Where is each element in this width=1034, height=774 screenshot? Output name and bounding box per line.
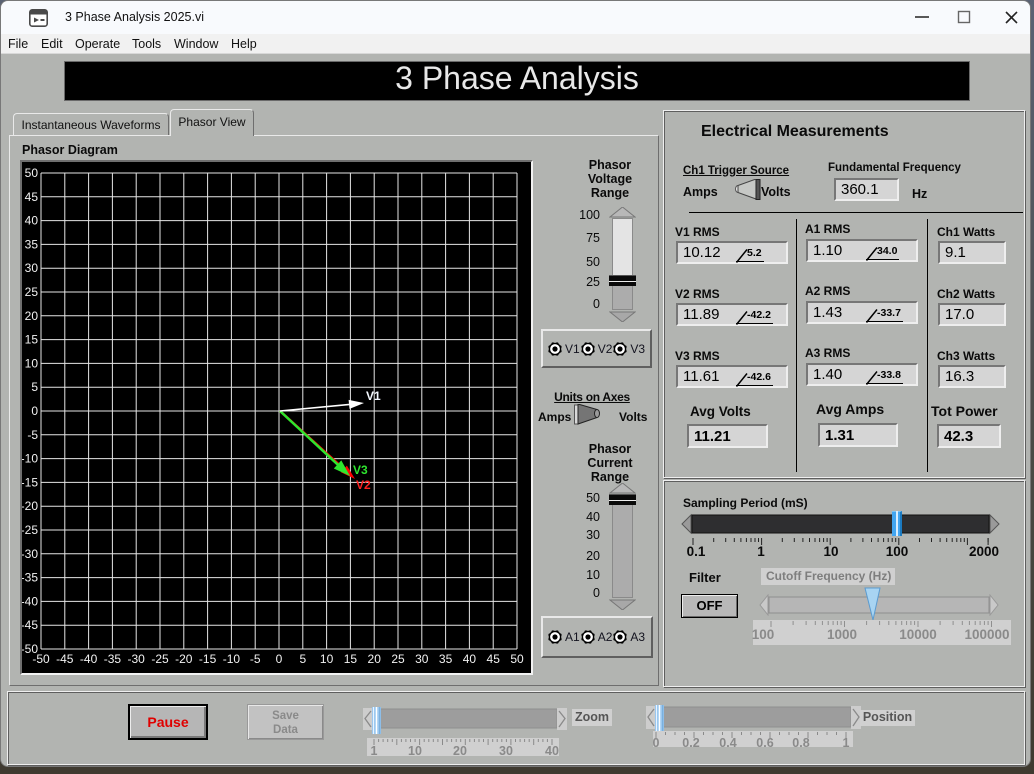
svg-text:45: 45 bbox=[487, 652, 501, 666]
svg-text:30: 30 bbox=[415, 652, 429, 666]
svg-text:35: 35 bbox=[439, 652, 453, 666]
svg-text:50: 50 bbox=[510, 652, 524, 666]
svg-text:35: 35 bbox=[25, 237, 39, 251]
svg-text:-15: -15 bbox=[22, 475, 38, 489]
svg-text:0: 0 bbox=[31, 404, 38, 418]
svg-text:20: 20 bbox=[368, 652, 382, 666]
svg-text:25: 25 bbox=[25, 285, 39, 299]
svg-text:5: 5 bbox=[299, 652, 306, 666]
svg-text:-30: -30 bbox=[22, 547, 38, 561]
svg-text:50: 50 bbox=[25, 166, 39, 180]
svg-text:-15: -15 bbox=[199, 652, 217, 666]
svg-text:-45: -45 bbox=[56, 652, 74, 666]
svg-text:V3: V3 bbox=[353, 463, 368, 477]
svg-text:-20: -20 bbox=[22, 499, 38, 513]
svg-text:-10: -10 bbox=[223, 652, 241, 666]
svg-text:-20: -20 bbox=[175, 652, 193, 666]
svg-text:10: 10 bbox=[25, 356, 39, 370]
svg-text:45: 45 bbox=[25, 190, 39, 204]
svg-text:-45: -45 bbox=[22, 618, 38, 632]
svg-text:30: 30 bbox=[25, 261, 39, 275]
svg-text:-25: -25 bbox=[151, 652, 169, 666]
svg-text:-5: -5 bbox=[250, 652, 261, 666]
svg-text:10: 10 bbox=[320, 652, 334, 666]
svg-text:25: 25 bbox=[391, 652, 405, 666]
svg-text:40: 40 bbox=[463, 652, 477, 666]
svg-text:15: 15 bbox=[25, 333, 39, 347]
svg-text:-50: -50 bbox=[32, 652, 50, 666]
svg-text:40: 40 bbox=[25, 214, 39, 228]
svg-text:-10: -10 bbox=[22, 452, 38, 466]
svg-text:-40: -40 bbox=[80, 652, 98, 666]
svg-text:-40: -40 bbox=[22, 594, 38, 608]
svg-text:20: 20 bbox=[25, 309, 39, 323]
svg-text:5: 5 bbox=[31, 380, 38, 394]
svg-text:-35: -35 bbox=[104, 652, 122, 666]
svg-text:V2: V2 bbox=[356, 478, 371, 492]
svg-text:-5: -5 bbox=[27, 428, 38, 442]
svg-text:0: 0 bbox=[276, 652, 283, 666]
svg-text:15: 15 bbox=[344, 652, 358, 666]
svg-text:-30: -30 bbox=[128, 652, 146, 666]
svg-text:-25: -25 bbox=[22, 523, 38, 537]
svg-text:-35: -35 bbox=[22, 571, 38, 585]
svg-text:V1: V1 bbox=[366, 389, 381, 403]
